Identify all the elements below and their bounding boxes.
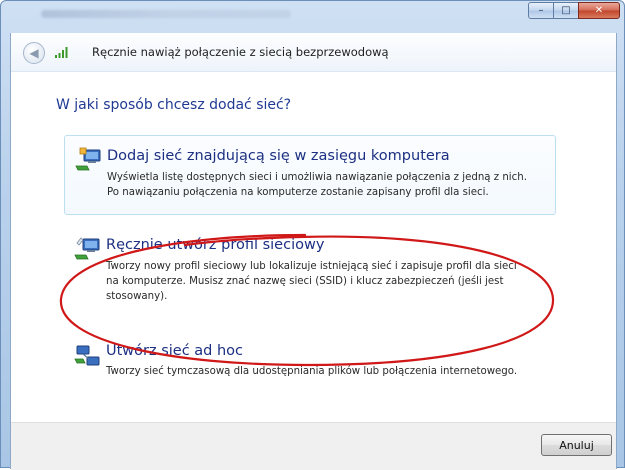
adhoc-network-icon	[74, 345, 100, 366]
close-button[interactable]: ✕	[578, 2, 620, 19]
option-description-line: Wyświetla listę dostępnych sieci i umożl…	[107, 172, 527, 183]
page-question: W jaki sposób chcesz dodać sieć?	[56, 97, 292, 113]
back-arrow-icon: ◀	[29, 46, 39, 60]
option-title: Ręcznie utwórz profil sieciowy	[106, 237, 325, 253]
dialog-footer: Anuluj	[11, 422, 616, 470]
option-description-line: Tworzy sieć tymczasową dla udostępniania…	[106, 366, 518, 377]
option-description-line: na komputerze. Musisz znać nazwę sieci (…	[106, 276, 504, 287]
option-add-network-in-range[interactable]: Dodaj sieć znajdującą się w zasięgu komp…	[64, 135, 556, 215]
maximize-button[interactable]: □	[553, 2, 579, 19]
option-title: Dodaj sieć znajdującą się w zasięgu komp…	[107, 148, 450, 164]
option-description-line: Tworzy nowy profil sieciowy lub lokalizu…	[106, 261, 517, 272]
minimize-button[interactable]: –	[528, 2, 554, 19]
option-description-line: Po nawiązaniu połączenia na komputerze z…	[107, 187, 489, 198]
option-description: Wyświetla listę dostępnych sieci i umożl…	[107, 170, 552, 200]
dialog-title: Ręcznie nawiąż połączenie z siecią bezpr…	[92, 45, 389, 59]
dialog-header: ◀ Ręcznie nawiąż połączenie z siecią bez…	[11, 33, 616, 72]
network-add-icon	[75, 147, 101, 171]
network-manual-icon	[74, 237, 100, 260]
window-frame: – □ ✕ ◀ Ręcznie nawiąż połączenie z siec…	[0, 0, 625, 470]
option-description-line: stosowany).	[106, 291, 168, 302]
option-description: Tworzy nowy profil sieciowy lub lokalizu…	[106, 259, 551, 304]
option-description: Tworzy sieć tymczasową dla udostępniania…	[106, 364, 551, 379]
option-title: Utwórz sieć ad hoc	[106, 343, 244, 359]
option-adhoc-network[interactable]: Utwórz sieć ad hoc Tworzy sieć tymczasow…	[64, 335, 556, 385]
back-button[interactable]: ◀	[23, 42, 45, 64]
cancel-button[interactable]: Anuluj	[541, 434, 612, 456]
option-manual-profile[interactable]: Ręcznie utwórz profil sieciowy Tworzy no…	[64, 225, 556, 311]
blurred-window-title	[41, 10, 291, 18]
window-controls: – □ ✕	[528, 2, 620, 19]
wireless-signal-icon	[55, 47, 68, 58]
dialog-client-area: ◀ Ręcznie nawiąż połączenie z siecią bez…	[10, 33, 617, 470]
